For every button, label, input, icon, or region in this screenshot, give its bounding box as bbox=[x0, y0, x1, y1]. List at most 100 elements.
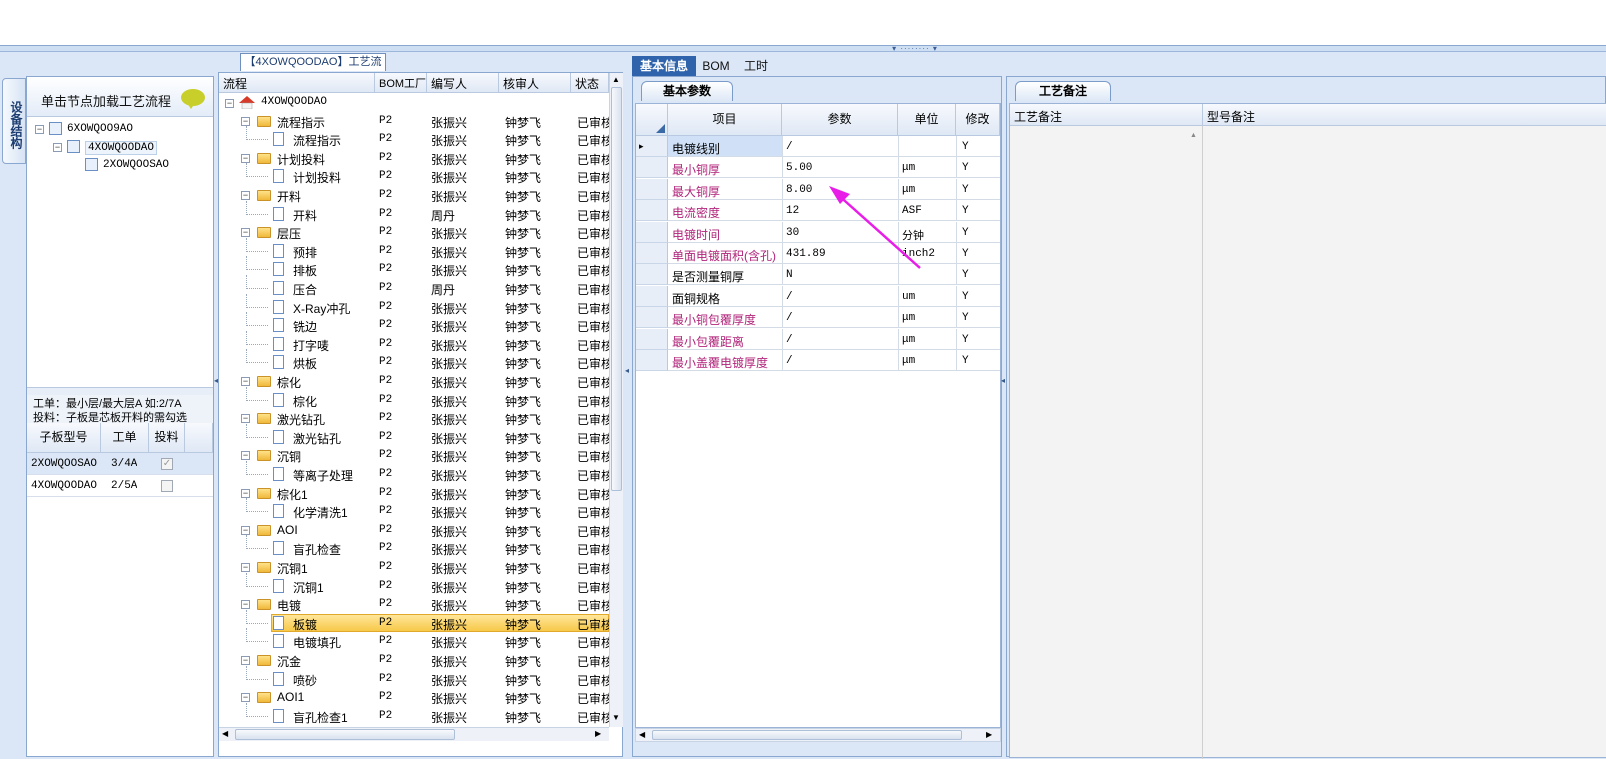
reviewer: 钟梦飞 bbox=[505, 227, 542, 241]
tree-node-label[interactable]: 4XOWQOODAO bbox=[85, 141, 158, 155]
row-selector[interactable] bbox=[636, 329, 668, 350]
flow-collapse-handle[interactable]: ◂ bbox=[625, 366, 630, 375]
subboard-grid[interactable]: 子板型号 工单 投料 2XOWQOOSAO 3/4A ✓ 4XOWQOODAO 2/5A bbox=[27, 423, 213, 543]
flow-col-header[interactable]: 编写人 bbox=[427, 73, 499, 93]
folder-icon bbox=[257, 450, 271, 461]
param-value[interactable]: / bbox=[786, 355, 793, 367]
feed-checkbox[interactable]: ✓ bbox=[161, 458, 173, 470]
side-tab-device-structure[interactable]: 设备结构 bbox=[2, 78, 26, 164]
param-value[interactable]: 5.00 bbox=[786, 162, 812, 174]
root-node-label[interactable]: 4XOWQOODAO bbox=[261, 96, 327, 108]
status: 已审核 bbox=[577, 525, 609, 539]
param-value[interactable]: N bbox=[786, 269, 793, 281]
scroll-right-icon[interactable]: ▶ bbox=[595, 729, 601, 738]
params-grid[interactable]: 项目 参数 单位 修改 ▸ 电镀线别 / Y 最小铜厚 5.00 μm Y 最大铜厚 8.00 μm Y 电流密… bbox=[635, 103, 1001, 728]
param-value[interactable]: 12 bbox=[786, 205, 799, 217]
notes-process-area[interactable]: ▲ bbox=[1010, 126, 1203, 759]
reviewer: 钟梦飞 bbox=[505, 302, 542, 316]
tree-collapse-icon[interactable]: − bbox=[35, 125, 44, 134]
notes-col-process[interactable]: 工艺备注 bbox=[1010, 104, 1203, 126]
row-selector[interactable] bbox=[636, 307, 668, 328]
tab-basic-params[interactable]: 基本参数 bbox=[641, 81, 733, 101]
folder-icon bbox=[257, 413, 271, 424]
scroll-left-icon[interactable]: ◀ bbox=[639, 730, 645, 739]
row-selector[interactable] bbox=[636, 200, 668, 221]
hscroll-thumb[interactable] bbox=[652, 730, 962, 740]
scroll-left-icon[interactable]: ◀ bbox=[222, 729, 228, 738]
tree-collapse-icon[interactable]: − bbox=[241, 563, 250, 572]
scroll-up-icon[interactable]: ▲ bbox=[612, 75, 620, 84]
scroll-right-icon[interactable]: ▶ bbox=[986, 730, 992, 739]
row-selector[interactable] bbox=[636, 264, 668, 285]
tree-collapse-icon[interactable]: − bbox=[241, 228, 250, 237]
tree-node-label[interactable]: 6XOWQOO9AO bbox=[67, 123, 133, 135]
flow-hscrollbar[interactable]: ◀ ▶ bbox=[219, 727, 609, 741]
notes-col-model[interactable]: 型号备注 bbox=[1203, 104, 1606, 126]
tree-line bbox=[246, 641, 268, 642]
tree-collapse-icon[interactable]: − bbox=[241, 451, 250, 460]
tree-collapse-icon[interactable]: − bbox=[241, 526, 250, 535]
params-col-header[interactable]: 参数 bbox=[782, 104, 898, 136]
param-value[interactable]: 30 bbox=[786, 227, 799, 239]
tree-collapse-icon[interactable]: − bbox=[241, 191, 250, 200]
tab-labor-time[interactable]: 工时 bbox=[736, 56, 776, 76]
tree-collapse-icon[interactable]: − bbox=[53, 143, 62, 152]
hscroll-thumb[interactable] bbox=[235, 729, 455, 740]
flow-col-header[interactable]: 流程 bbox=[219, 73, 375, 93]
scroll-thumb[interactable] bbox=[611, 87, 622, 491]
row-selector[interactable]: ▸ bbox=[636, 136, 668, 157]
flow-col-header[interactable]: BOM工厂 bbox=[375, 73, 427, 93]
row-selector[interactable] bbox=[636, 243, 668, 264]
param-value[interactable]: 8.00 bbox=[786, 184, 812, 196]
scroll-down-icon[interactable]: ▼ bbox=[612, 713, 620, 722]
tree-collapse-icon[interactable]: − bbox=[241, 377, 250, 386]
param-value[interactable]: / bbox=[786, 141, 793, 153]
param-value[interactable]: / bbox=[786, 334, 793, 346]
feed-checkbox[interactable] bbox=[161, 480, 173, 492]
splitter-bar[interactable] bbox=[0, 46, 1606, 52]
row-selector[interactable] bbox=[636, 286, 668, 307]
notes-scroll-up-icon[interactable]: ▲ bbox=[1190, 132, 1197, 139]
flow-col-header[interactable]: 核审人 bbox=[499, 73, 571, 93]
grid-col-header[interactable]: 工单 bbox=[101, 423, 149, 453]
row-selector[interactable] bbox=[636, 157, 668, 178]
tab-basic-info[interactable]: 基本信息 bbox=[632, 56, 696, 76]
notes-grid[interactable]: 工艺备注 型号备注 ▲ bbox=[1009, 103, 1606, 759]
tree-line bbox=[246, 573, 247, 587]
status: 已审核 bbox=[577, 432, 609, 446]
params-col-header[interactable]: 修改 bbox=[956, 104, 1000, 136]
tree-collapse-icon[interactable]: − bbox=[241, 154, 250, 163]
param-value[interactable]: / bbox=[786, 312, 793, 324]
grid-col-header[interactable]: 子板型号 bbox=[27, 423, 101, 453]
board-tree[interactable]: −6XOWQOO9AO −4XOWQOODAO 2XOWQOOSAO bbox=[27, 117, 213, 387]
left-splitter[interactable] bbox=[27, 387, 213, 395]
tree-collapse-icon[interactable]: − bbox=[241, 600, 250, 609]
params-hscrollbar[interactable]: ◀ ▶ bbox=[635, 728, 1001, 742]
row-selector[interactable] bbox=[636, 350, 668, 371]
grid-col-header[interactable]: 投料 bbox=[149, 423, 185, 453]
tree-collapse-icon[interactable]: − bbox=[241, 117, 250, 126]
param-value[interactable]: / bbox=[786, 291, 793, 303]
tab-process-flow[interactable]: 【4XOWQOODAO】工艺流程 bbox=[240, 53, 386, 84]
flow-tree-grid[interactable]: −4XOWQOODAO − 流程指示 P2 张振兴 钟梦飞 已审核 流程指示 P2 张振兴 钟梦飞已… bbox=[219, 93, 609, 727]
splitter-grip-icon[interactable]: ▾ ········ ▾ bbox=[880, 45, 950, 53]
tab-process-notes[interactable]: 工艺备注 bbox=[1015, 81, 1111, 101]
tab-bom[interactable]: BOM bbox=[696, 56, 736, 76]
tree-collapse-icon[interactable]: − bbox=[241, 693, 250, 702]
row-selector[interactable] bbox=[636, 222, 668, 243]
tree-collapse-icon[interactable]: − bbox=[241, 656, 250, 665]
param-value[interactable]: 431.89 bbox=[786, 248, 826, 260]
tree-collapse-icon[interactable]: − bbox=[225, 99, 234, 108]
writer: 张振兴 bbox=[431, 246, 468, 260]
row-selector[interactable] bbox=[636, 179, 668, 200]
flow-step-name: AOI1 bbox=[277, 690, 305, 704]
flow-vscrollbar[interactable]: ▲ ▼ bbox=[609, 73, 623, 727]
flow-col-header[interactable]: 状态 bbox=[571, 73, 609, 93]
tree-collapse-icon[interactable]: − bbox=[241, 489, 250, 498]
params-col-header[interactable]: 单位 bbox=[898, 104, 956, 136]
tree-node-label[interactable]: 2XOWQOOSAO bbox=[103, 159, 169, 171]
params-col-header[interactable]: 项目 bbox=[668, 104, 782, 136]
tree-collapse-icon[interactable]: − bbox=[241, 414, 250, 423]
folder-icon bbox=[257, 376, 271, 387]
writer: 张振兴 bbox=[431, 116, 468, 130]
